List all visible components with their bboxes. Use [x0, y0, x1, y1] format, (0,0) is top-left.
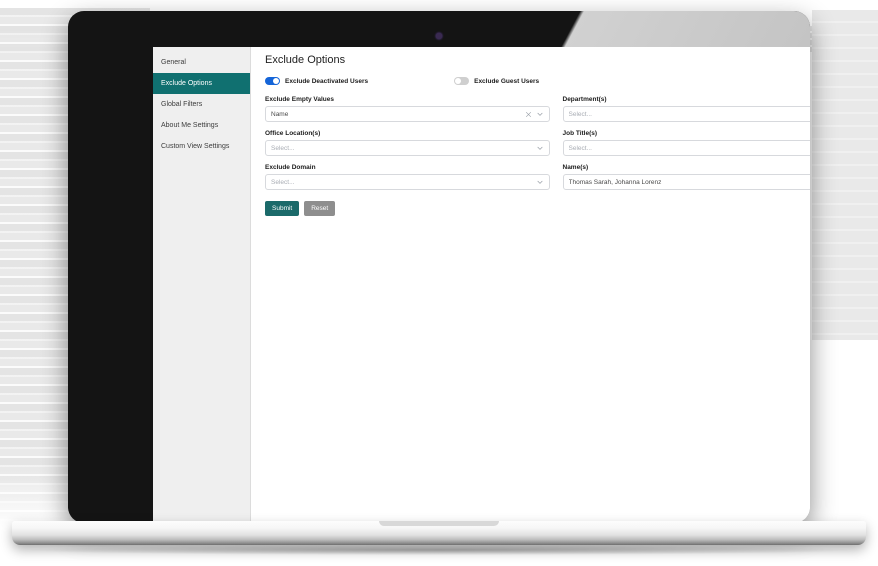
field-names: Name(s) Thomas Sarah, Johanna Lorenz	[562, 164, 810, 190]
sidebar-item-label: About Me Settings	[161, 122, 219, 129]
field-label: Office Location(s)	[265, 130, 321, 137]
sidebar-item-label: Exclude Options	[161, 80, 212, 87]
toggle-exclude-guest-users[interactable]	[454, 77, 470, 85]
names-value: Thomas Sarah, Johanna Lorenz	[568, 178, 662, 186]
clear-icon[interactable]	[525, 111, 532, 118]
exclude-domain-value: Select...	[271, 178, 295, 186]
job-titles-select[interactable]: Select...	[562, 140, 810, 156]
toggle-exclude-guest-users-group: Exclude Guest Users	[454, 77, 539, 85]
content-header: Exclude Options	[265, 47, 810, 69]
field-job-titles: Job Title(s) Select...	[562, 130, 810, 156]
exclude-empty-values-value: Name	[271, 110, 289, 118]
field-departments: Department(s) Select...	[562, 96, 810, 122]
departments-value: Select...	[568, 110, 592, 118]
webcam-icon	[436, 33, 442, 39]
sidebar-item-about-me-settings[interactable]: About Me Settings	[153, 115, 250, 136]
office-locations-value: Select...	[271, 144, 295, 152]
laptop-screen: General Exclude Options Global Filters A…	[153, 47, 810, 523]
field-label: Job Title(s)	[562, 130, 598, 137]
reset-button[interactable]: Reset	[304, 201, 336, 216]
chevron-down-icon[interactable]	[536, 144, 544, 152]
filters-form: Exclude Empty Values Name Department(s) …	[265, 96, 810, 198]
chevron-down-icon[interactable]	[536, 110, 544, 118]
laptop-shadow	[30, 545, 848, 555]
sidebar-item-label: Global Filters	[161, 101, 203, 108]
toggle-knob-icon	[273, 78, 279, 84]
toggle-exclude-guest-users-label: Exclude Guest Users	[474, 77, 540, 85]
sidebar-item-custom-view-settings[interactable]: Custom View Settings	[153, 136, 250, 157]
sidebar-item-label: General	[161, 59, 186, 66]
field-exclude-domain: Exclude Domain Select...	[265, 164, 550, 190]
exclude-empty-values-select[interactable]: Name	[265, 106, 550, 122]
main-content: Exclude Options Exclude Deactivated User…	[251, 47, 810, 523]
toggle-exclude-deactivated-users-group: Exclude Deactivated Users	[265, 77, 368, 85]
sidebar-item-global-filters[interactable]: Global Filters	[153, 94, 250, 115]
laptop-device: General Exclude Options Global Filters A…	[0, 0, 878, 566]
laptop-base-notch	[379, 521, 499, 526]
toggle-exclude-deactivated-users-label: Exclude Deactivated Users	[285, 77, 369, 85]
field-office-locations: Office Location(s) Select...	[265, 130, 550, 156]
field-label: Exclude Domain	[265, 164, 316, 171]
sidebar: General Exclude Options Global Filters A…	[153, 47, 251, 523]
departments-select[interactable]: Select...	[562, 106, 810, 122]
toggle-knob-icon	[455, 78, 462, 84]
exclude-domain-select[interactable]: Select...	[265, 174, 550, 190]
laptop-base	[12, 521, 866, 545]
toggle-row: Exclude Deactivated Users Exclude Guest …	[265, 75, 810, 87]
sidebar-item-label: Custom View Settings	[161, 143, 230, 150]
chevron-down-icon[interactable]	[536, 178, 544, 186]
laptop-lid: General Exclude Options Global Filters A…	[68, 11, 810, 523]
field-label: Exclude Empty Values	[265, 96, 335, 103]
field-label: Name(s)	[562, 164, 589, 171]
sidebar-item-general[interactable]: General	[153, 52, 250, 73]
field-label: Department(s)	[562, 96, 607, 103]
sidebar-item-exclude-options[interactable]: Exclude Options	[153, 73, 250, 94]
job-titles-value: Select...	[568, 144, 592, 152]
page-title: Exclude Options	[265, 54, 346, 66]
names-select[interactable]: Thomas Sarah, Johanna Lorenz	[562, 174, 810, 190]
toggle-exclude-deactivated-users[interactable]	[265, 77, 280, 85]
form-actions: Submit Reset	[265, 201, 810, 216]
field-exclude-empty-values: Exclude Empty Values Name	[265, 96, 550, 122]
office-locations-select[interactable]: Select...	[265, 140, 550, 156]
submit-button[interactable]: Submit	[265, 201, 300, 216]
